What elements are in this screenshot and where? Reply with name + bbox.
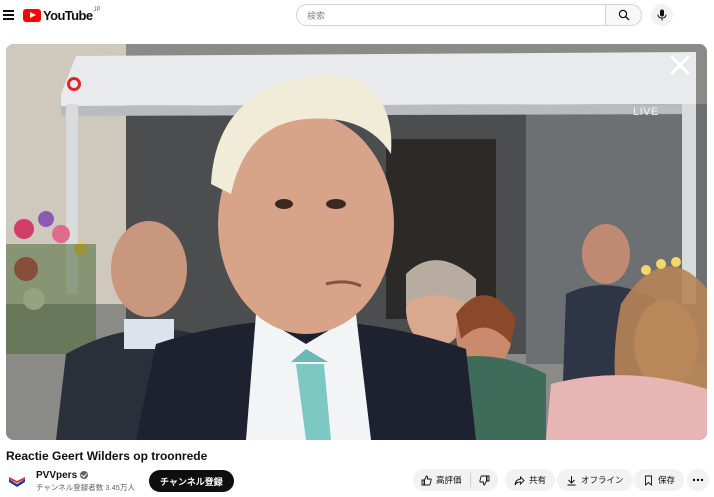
bookmark-icon	[645, 475, 652, 486]
masthead: YouTube JP 検索	[0, 0, 714, 34]
video-frame	[6, 44, 707, 440]
search-input[interactable]: 検索	[296, 4, 605, 26]
like-button[interactable]: 高評価	[413, 469, 470, 491]
logo-region: JP	[93, 6, 101, 13]
save-label: 保存	[658, 475, 676, 485]
video-title: Reactie Geert Wilders op troonrede	[6, 449, 208, 463]
search-button[interactable]	[605, 4, 642, 26]
subscriber-count: チャンネル登録者数 3.45万人	[36, 482, 135, 492]
share-icon	[514, 475, 525, 485]
dislike-button[interactable]	[471, 469, 498, 491]
youtube-logo[interactable]: YouTube JP	[23, 6, 101, 23]
subscribe-button[interactable]: チャンネル登録	[148, 470, 234, 492]
rec-indicator-icon	[67, 77, 81, 91]
offline-label: オフライン	[581, 475, 624, 485]
save-button[interactable]: 保存	[634, 469, 685, 491]
channel-name-row: PVVpers	[36, 470, 135, 481]
live-watermark: LIVE	[633, 106, 659, 118]
more-actions-button[interactable]	[687, 469, 709, 491]
mic-icon	[657, 9, 667, 21]
search-icon	[618, 9, 629, 21]
channel-owner: PVVpers チャンネル登録者数 3.45万人 チャンネル登録	[6, 469, 234, 493]
like-label: 高評価	[436, 475, 462, 485]
more-icon	[692, 478, 704, 482]
share-button[interactable]: 共有	[505, 469, 556, 491]
avatar[interactable]	[6, 470, 28, 492]
verified-icon	[80, 471, 89, 479]
download-icon	[567, 475, 576, 485]
search-box: 検索	[296, 4, 642, 26]
menu-icon[interactable]	[1, 8, 17, 24]
youtube-logo-icon	[23, 9, 41, 22]
offline-button[interactable]: オフライン	[557, 469, 633, 491]
channel-name[interactable]: PVVpers	[36, 470, 77, 481]
channel-avatar-icon	[9, 477, 25, 487]
logo-text: YouTube	[43, 8, 93, 23]
close-icon[interactable]	[667, 52, 693, 78]
thumbs-down-icon	[478, 475, 489, 485]
thumbs-up-icon	[421, 475, 432, 485]
like-dislike-group: 高評価	[413, 469, 498, 491]
channel-meta: PVVpers チャンネル登録者数 3.45万人	[36, 470, 135, 493]
share-label: 共有	[529, 475, 547, 485]
video-player[interactable]: LIVE	[6, 44, 707, 440]
voice-search-button[interactable]	[651, 4, 673, 26]
